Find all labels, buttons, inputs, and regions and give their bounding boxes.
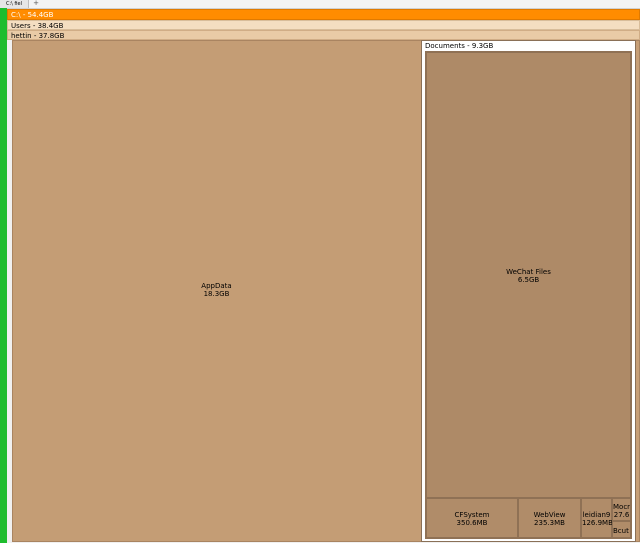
leidian-size: 126.9MB xyxy=(582,519,613,527)
bcut-name: Bcut xyxy=(613,527,629,535)
mocr-name: Mocr xyxy=(613,503,631,511)
webview-size: 235.3MB xyxy=(534,519,565,527)
new-tab-icon[interactable]: + xyxy=(32,0,40,8)
treemap-appdata-block[interactable]: AppData 18.3GB xyxy=(13,41,420,541)
mocr-label: Mocr 27.6 xyxy=(613,503,630,519)
treemap-user-header[interactable]: hettin - 37.8GB xyxy=(7,30,640,40)
appdata-name: AppData xyxy=(201,282,232,290)
treemap-documents-block[interactable]: Documents - 9.3GB WeChat Files 6.5GB CFS… xyxy=(421,40,636,542)
treemap-webview-block[interactable]: WebView 235.3MB xyxy=(518,498,581,538)
treemap-bcut-block[interactable]: Bcut xyxy=(612,521,631,538)
treemap-mocr-block[interactable]: Mocr 27.6 xyxy=(612,498,631,521)
cfsystem-name: CFSystem xyxy=(454,511,490,519)
cfsystem-label: CFSystem 350.6MB xyxy=(427,511,517,527)
documents-header[interactable]: Documents - 9.3GB xyxy=(422,41,635,51)
webview-label: WebView 235.3MB xyxy=(519,511,580,527)
drive-usage-indicator xyxy=(0,8,7,543)
mocr-size: 27.6 xyxy=(613,511,630,519)
treemap-cfsystem-block[interactable]: CFSystem 350.6MB xyxy=(426,498,518,538)
treemap-users-header[interactable]: Users - 38.4GB xyxy=(7,20,640,30)
wechat-name: WeChat Files xyxy=(506,268,551,276)
leidian-label: leidian9 126.9MB xyxy=(582,511,613,527)
webview-name: WebView xyxy=(533,511,566,519)
treemap-leidian-block[interactable]: leidian9 126.9MB xyxy=(581,498,613,538)
appdata-size: 18.3GB xyxy=(203,290,230,298)
treemap-wechat-block[interactable]: WeChat Files 6.5GB xyxy=(426,52,631,498)
treemap-documents-inner: WeChat Files 6.5GB CFSystem 350.6MB WebV… xyxy=(425,51,632,539)
cfsystem-size: 350.6MB xyxy=(456,519,488,527)
wechat-label: WeChat Files 6.5GB xyxy=(427,268,630,284)
tab-drive[interactable]: C:\ fiel xyxy=(0,0,29,8)
tab-strip: C:\ fiel + xyxy=(0,0,640,9)
wechat-size: 6.5GB xyxy=(517,276,540,284)
appdata-label: AppData 18.3GB xyxy=(13,282,420,298)
treemap-drive-header[interactable]: C:\ - 54.4GB xyxy=(7,9,640,20)
leidian-name: leidian9 xyxy=(582,511,611,519)
